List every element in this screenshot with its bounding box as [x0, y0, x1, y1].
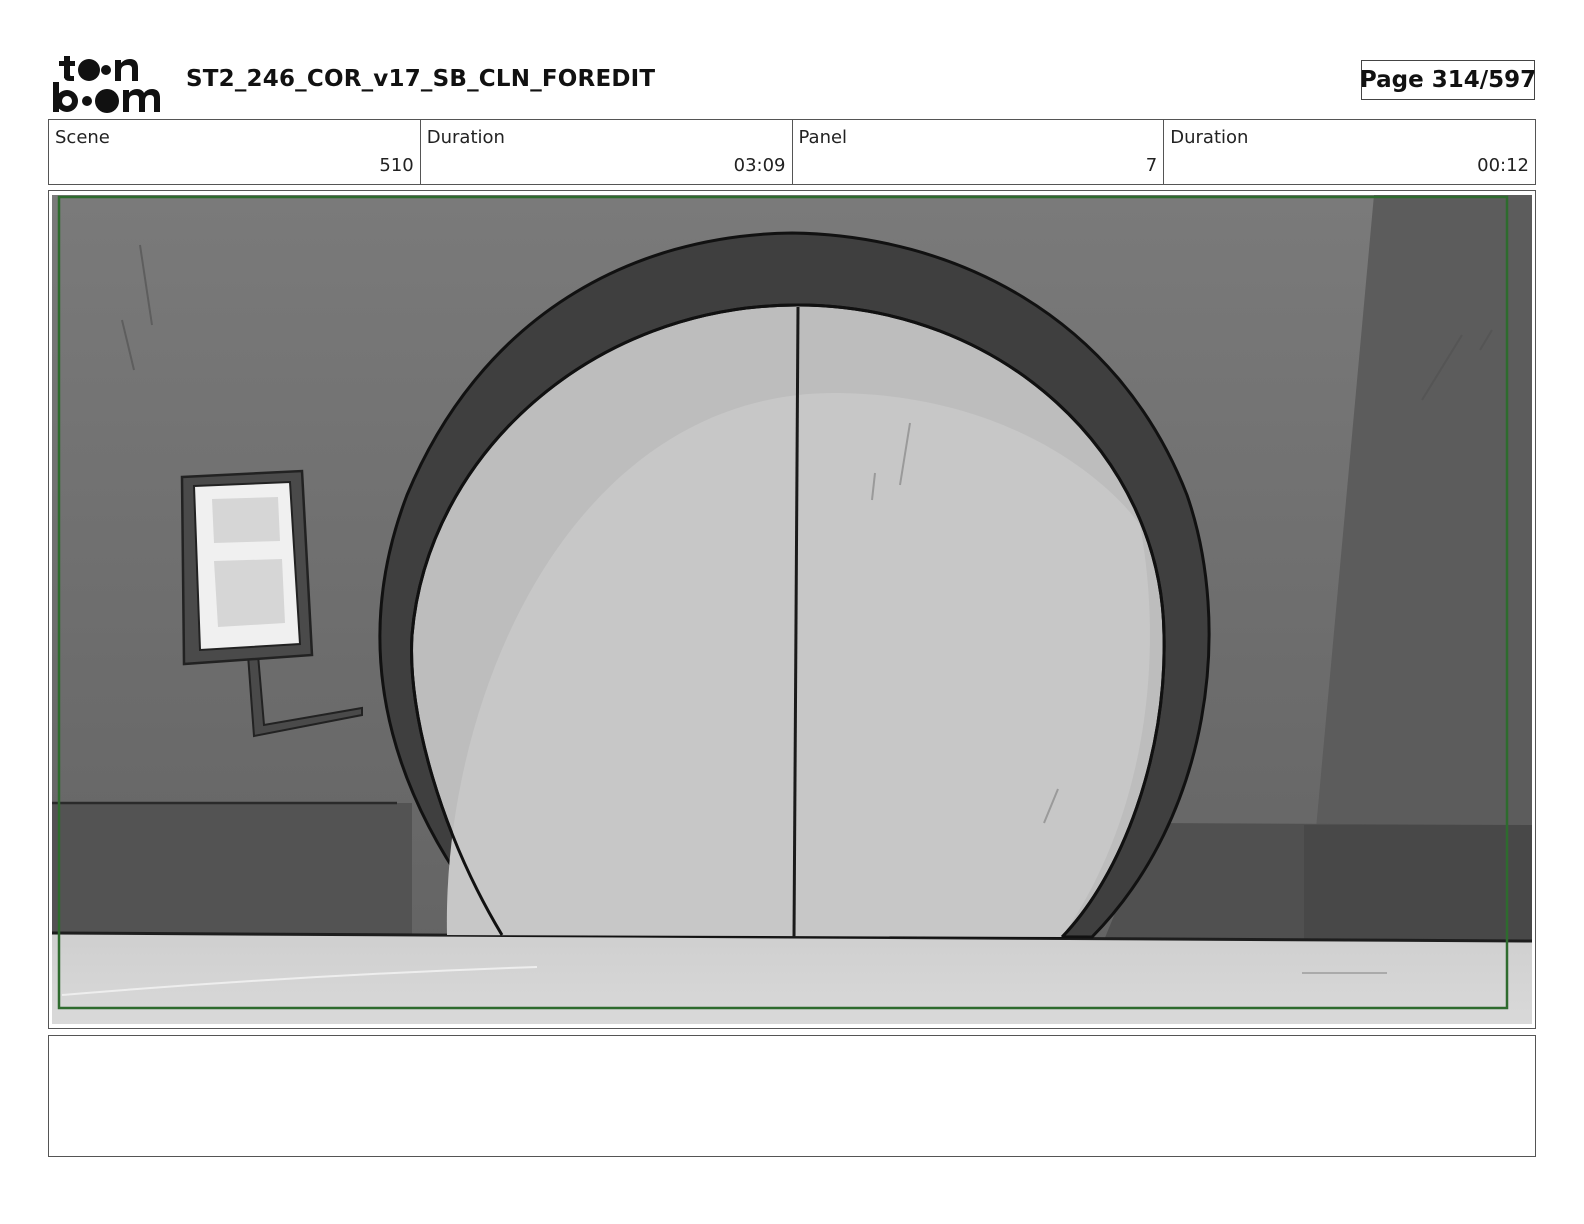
panel-duration-label: Duration [1170, 127, 1249, 148]
panel-duration-cell: Duration 00:12 [1164, 120, 1535, 184]
scene-value: 510 [379, 155, 414, 176]
toon-boom-logo [53, 56, 160, 113]
panel-value: 7 [1145, 155, 1158, 176]
panel-duration-value: 00:12 [1477, 155, 1529, 176]
lower-wall-left [52, 803, 412, 945]
document-title: ST2_246_COR_v17_SB_CLN_FOREDIT [186, 66, 656, 92]
floor [52, 933, 1532, 1024]
scene-duration-value: 03:09 [733, 155, 786, 176]
scene-label: Scene [55, 127, 110, 148]
storyboard-panel-image [52, 195, 1532, 1024]
panel-cell: Panel 7 [793, 120, 1165, 184]
page-indicator: Page 314/597 [1360, 60, 1536, 100]
scene-duration-label: Duration [426, 127, 505, 148]
panel-notes-box [48, 1035, 1536, 1157]
panel-label: Panel [798, 127, 848, 148]
scene-info-table: Scene 510 Duration 03:09 Panel 7 Duratio… [48, 119, 1536, 185]
scene-duration-cell: Duration 03:09 [421, 120, 793, 184]
scene-cell: Scene 510 [49, 120, 421, 184]
